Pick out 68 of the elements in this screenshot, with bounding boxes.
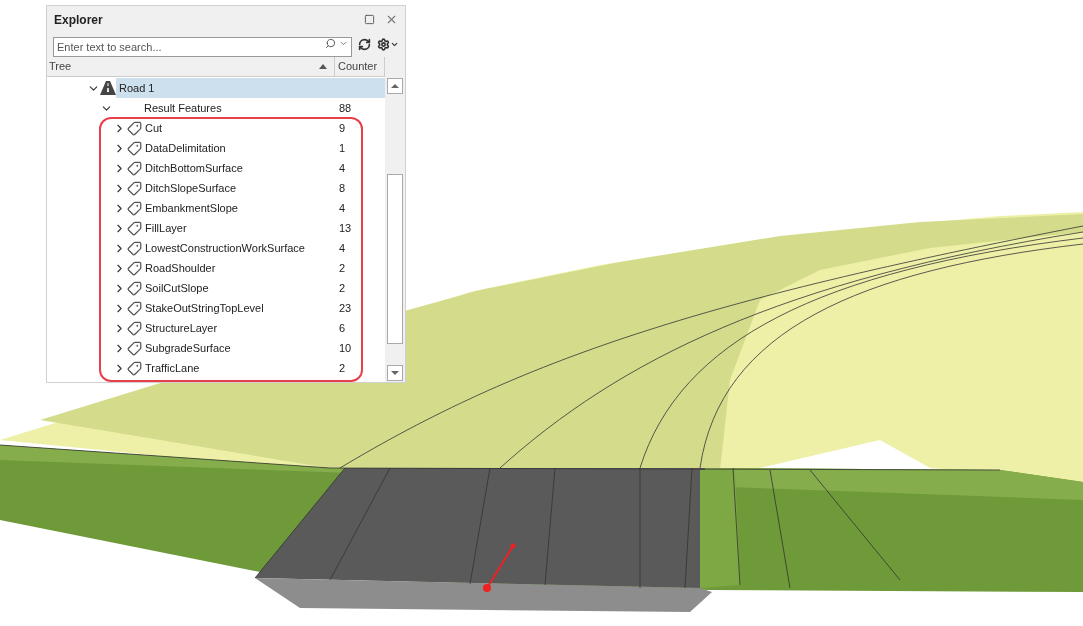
tree-row[interactable]: Result Features 88 <box>47 98 385 118</box>
tree-row[interactable]: SubgradeSurface 10 <box>47 338 385 358</box>
counter-value: 2 <box>338 260 347 276</box>
counter-value: 10 <box>338 340 353 356</box>
tag-icon <box>127 120 142 136</box>
tree-label: Cut <box>144 120 163 136</box>
maximize-icon[interactable] <box>364 14 375 25</box>
tag-icon <box>127 300 142 316</box>
tree-row[interactable]: SoilCutSlope 2 <box>47 278 385 298</box>
counter-value: 1 <box>338 140 347 156</box>
tree-label: RoadShoulder <box>144 260 216 276</box>
counter-value: 9 <box>338 120 347 136</box>
counter-value: 4 <box>338 240 347 256</box>
tree-label: EmbankmentSlope <box>144 200 238 216</box>
counter-value: 4 <box>338 200 347 216</box>
tag-icon <box>127 240 142 256</box>
tree-row[interactable]: TrafficLane 2 <box>47 358 385 378</box>
tree-label: LowestConstructionWorkSurface <box>144 240 305 256</box>
tree-label: Road 1 <box>118 80 155 96</box>
tree-label: StructureLayer <box>144 320 218 336</box>
tree-label: Result Features <box>143 100 222 116</box>
refresh-icon[interactable] <box>358 37 371 51</box>
search-field[interactable]: Enter text to search... <box>53 37 352 57</box>
counter-value: 23 <box>338 300 353 316</box>
tree-label: DitchSlopeSurface <box>144 180 237 196</box>
settings-menu-button[interactable] <box>377 37 399 51</box>
tree-row[interactable]: DitchSlopeSurface 8 <box>47 178 385 198</box>
tree-label: TrafficLane <box>144 360 200 376</box>
settings-icon[interactable] <box>377 37 390 51</box>
tag-icon <box>127 200 142 216</box>
counter-value: 88 <box>338 100 353 116</box>
tree-row[interactable]: Cut 9 <box>47 118 385 138</box>
counter-value: 4 <box>338 160 347 176</box>
tag-icon <box>127 180 142 196</box>
column-header[interactable]: Counter <box>335 57 385 76</box>
tag-icon <box>127 340 142 356</box>
tree-label: SoilCutSlope <box>144 280 209 296</box>
counter-value: 2 <box>338 360 347 376</box>
tag-icon <box>127 360 142 376</box>
tree-row[interactable]: EmbankmentSlope 4 <box>47 198 385 218</box>
tree-label: DitchBottomSurface <box>144 160 243 176</box>
tree-row[interactable]: DataDelimitation 1 <box>47 138 385 158</box>
column-header[interactable]: Tree <box>47 57 335 76</box>
road-icon <box>100 81 116 95</box>
tree-label: StakeOutStringTopLevel <box>144 300 264 316</box>
tag-icon <box>127 140 142 156</box>
tree-row[interactable]: RoadShoulder 2 <box>47 258 385 278</box>
tree-label: SubgradeSurface <box>144 340 231 356</box>
tag-icon <box>127 160 142 176</box>
tree-label: FillLayer <box>144 220 187 236</box>
tree-row[interactable]: FillLayer 13 <box>47 218 385 238</box>
tag-icon <box>127 280 142 296</box>
tree-label: DataDelimitation <box>144 140 226 156</box>
counter-value: 6 <box>338 320 347 336</box>
tag-icon <box>127 220 142 236</box>
tree-row[interactable]: StructureLayer 6 <box>47 318 385 338</box>
panel-title: Explorer <box>54 11 103 29</box>
tree-row[interactable]: LowestConstructionWorkSurface 4 <box>47 238 385 258</box>
tag-icon <box>127 320 142 336</box>
counter-value: 13 <box>338 220 353 236</box>
tree-row[interactable]: StakeOutStringTopLevel 23 <box>47 298 385 318</box>
tag-icon <box>127 260 142 276</box>
scrollbar[interactable] <box>385 77 405 382</box>
counter-value: 8 <box>338 180 347 196</box>
close-icon[interactable] <box>385 13 398 26</box>
tree-row[interactable]: DitchBottomSurface 4 <box>47 158 385 178</box>
search-icon[interactable] <box>325 38 336 49</box>
counter-value: 2 <box>338 280 347 296</box>
